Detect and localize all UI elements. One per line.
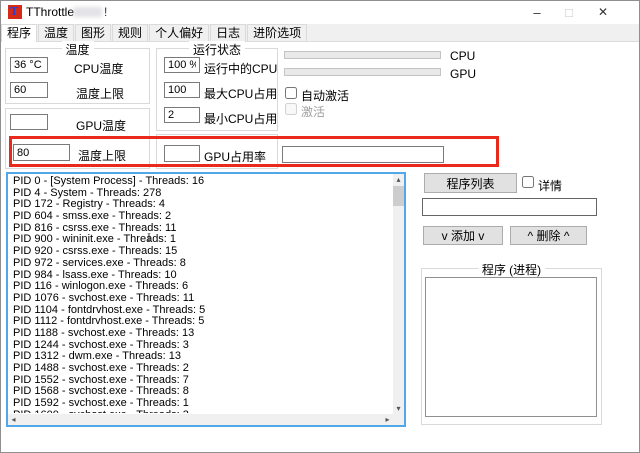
details-checkbox[interactable]: [522, 176, 534, 188]
tab-bar: 程序 温度 图形 规则 个人偏好 日志 进阶选项: [1, 24, 639, 42]
activate-label: 激活: [301, 103, 325, 120]
min-cpu-field[interactable]: [164, 107, 200, 123]
gpu-temp-limit-label: 温度上限: [78, 147, 126, 164]
scroll-down-icon[interactable]: ▾: [393, 403, 404, 414]
process-list-item[interactable]: PID 1600 - svchost.exe - Threads: 3: [13, 410, 392, 413]
tab-advanced[interactable]: 进阶选项: [247, 24, 307, 41]
selected-programs-list[interactable]: [425, 277, 597, 417]
activate-checkbox: [285, 103, 297, 115]
details-label: 详情: [538, 177, 562, 194]
process-list-item[interactable]: PID 1592 - svchost.exe - Threads: 1: [13, 398, 392, 410]
tab-program[interactable]: 程序: [1, 24, 37, 42]
max-cpu-field[interactable]: [164, 82, 200, 98]
scroll-left-icon[interactable]: ◂: [8, 414, 19, 425]
window-title: TThrottle: [26, 5, 74, 19]
running-cpu-label: 运行中的CPU: [204, 60, 277, 77]
horizontal-scrollbar[interactable]: ◂ ▸: [8, 414, 393, 425]
process-list-item[interactable]: PID 972 - services.exe - Threads: 8: [13, 258, 392, 270]
auto-activate-checkbox[interactable]: [285, 87, 297, 99]
title-bar[interactable]: T TThrottle ! – □ ✕: [1, 1, 639, 24]
close-icon[interactable]: ✕: [588, 1, 618, 24]
scroll-up-icon[interactable]: ▴: [393, 174, 404, 185]
cpu-temperature-label: CPU温度: [74, 60, 123, 77]
max-cpu-label: 最大CPU占用: [204, 85, 277, 102]
gpu-usage-label: GPU占用率: [204, 148, 266, 165]
program-list-button[interactable]: 程序列表: [424, 173, 517, 193]
tab-graphics[interactable]: 图形: [75, 24, 111, 41]
gpu-progress-bar: [284, 68, 441, 76]
temperature-group-title: 温度: [61, 41, 93, 58]
app-window: T TThrottle ! – □ ✕ 程序 温度 图形 规则 个人偏好 日志 …: [0, 0, 640, 453]
cpu-bar-label: CPU: [450, 49, 475, 63]
cpu-temp-limit-label: 温度上限: [76, 85, 124, 102]
vertical-scrollbar[interactable]: ▴ ▾: [393, 174, 404, 414]
maximize-icon[interactable]: □: [554, 1, 584, 24]
process-group-title: 程序 (进程): [478, 261, 545, 278]
auto-activate-label: 自动激活: [301, 87, 349, 104]
program-filter-input[interactable]: [422, 198, 597, 216]
window-title-suffix: !: [104, 5, 107, 19]
gpu-usage-field[interactable]: [164, 145, 200, 162]
vertical-scroll-thumb[interactable]: [393, 186, 404, 206]
scroll-right-icon[interactable]: ▸: [382, 414, 393, 425]
app-icon: T: [8, 5, 22, 19]
remove-program-button[interactable]: ^ 删除 ^: [510, 226, 587, 245]
tab-rules[interactable]: 规则: [112, 24, 148, 41]
tab-temperature[interactable]: 温度: [38, 24, 74, 41]
gpu-temperature-field[interactable]: [10, 114, 48, 130]
min-cpu-label: 最小CPU占用: [204, 110, 277, 127]
gpu-bar-label: GPU: [450, 67, 476, 81]
running-status-group-title: 运行状态: [189, 41, 245, 58]
gpu-usage-wide-field[interactable]: [282, 146, 444, 163]
ibeam-cursor: I: [146, 233, 152, 244]
cpu-progress-bar: [284, 51, 441, 59]
process-list-item[interactable]: PID 1076 - svchost.exe - Threads: 11: [13, 293, 392, 305]
gpu-temperature-label: GPU温度: [76, 117, 126, 134]
scrollbar-corner: [393, 414, 404, 425]
tab-log[interactable]: 日志: [210, 24, 246, 41]
tab-preferences[interactable]: 个人偏好: [149, 24, 209, 41]
process-list[interactable]: PID 0 - [System Process] - Threads: 16 PI…: [6, 172, 406, 427]
process-list-items: PID 0 - [System Process] - Threads: 16 PI…: [8, 174, 392, 413]
gpu-temp-limit-field[interactable]: [13, 144, 70, 161]
process-list-item[interactable]: PID 0 - [System Process] - Threads: 16: [13, 176, 392, 188]
add-program-button[interactable]: v 添加 v: [423, 226, 503, 245]
redacted-title-text: [73, 7, 102, 17]
process-list-item[interactable]: PID 1488 - svchost.exe - Threads: 2: [13, 363, 392, 375]
process-list-item[interactable]: PID 604 - smss.exe - Threads: 2: [13, 211, 392, 223]
running-cpu-field[interactable]: [164, 57, 200, 73]
process-list-item[interactable]: PID 1188 - svchost.exe - Threads: 13: [13, 328, 392, 340]
cpu-temperature-field[interactable]: [10, 57, 48, 73]
minimize-icon[interactable]: –: [522, 1, 552, 24]
cpu-temp-limit-field[interactable]: [10, 82, 48, 98]
